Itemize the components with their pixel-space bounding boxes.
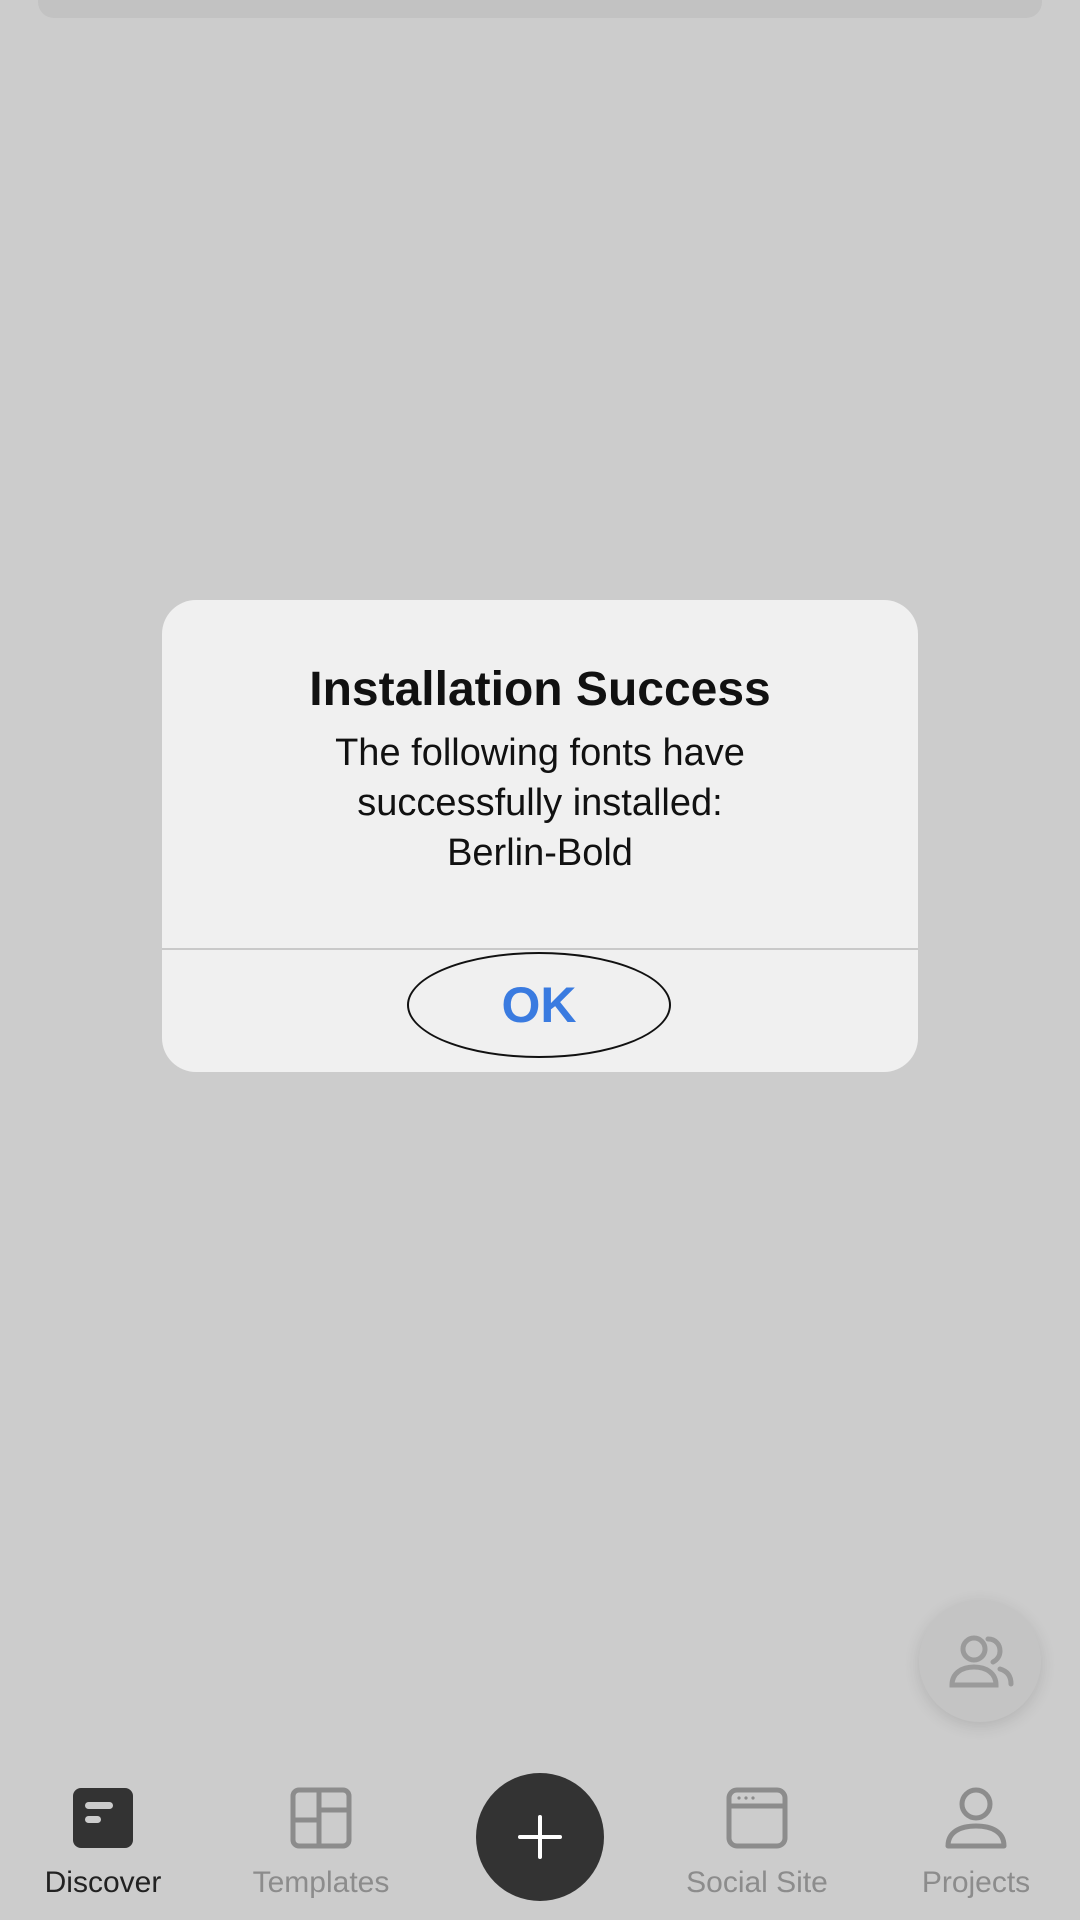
app-screen: Installation Success The following fonts… xyxy=(0,0,1080,1920)
templates-icon xyxy=(290,1787,352,1849)
alert-message-line: The following fonts have xyxy=(335,732,745,774)
social-site-icon xyxy=(726,1787,788,1849)
tab-discover[interactable]: Discover xyxy=(3,1786,203,1906)
discover-icon xyxy=(73,1788,133,1848)
projects-icon xyxy=(945,1787,1007,1849)
tab-label: Projects xyxy=(921,1866,1031,1899)
alert-message: The following fonts have successfully in… xyxy=(162,728,918,878)
installation-alert-dialog: Installation Success The following fonts… xyxy=(162,600,918,1072)
create-button[interactable] xyxy=(476,1773,604,1901)
alert-title: Installation Success xyxy=(309,663,771,716)
alert-body: Installation Success The following fonts… xyxy=(162,600,918,948)
bottom-tab-bar: Discover Templates Social Site Projects xyxy=(0,1760,1080,1920)
tab-projects[interactable]: Projects xyxy=(876,1786,1076,1906)
community-icon xyxy=(949,1635,1014,1688)
ok-button[interactable]: OK xyxy=(407,952,671,1058)
tab-templates[interactable]: Templates xyxy=(221,1786,421,1906)
tab-label: Social Site xyxy=(686,1866,828,1899)
alert-message-line: successfully installed: xyxy=(357,782,723,824)
tab-label: Templates xyxy=(252,1866,390,1899)
installed-font-name: Berlin-Bold xyxy=(447,832,633,874)
plus-icon xyxy=(518,1815,562,1859)
community-button[interactable] xyxy=(919,1600,1041,1722)
tab-social-site[interactable]: Social Site xyxy=(657,1786,857,1906)
alert-actions: OK xyxy=(162,950,918,1072)
tab-label: Discover xyxy=(44,1866,162,1899)
search-bar-background xyxy=(38,0,1042,18)
